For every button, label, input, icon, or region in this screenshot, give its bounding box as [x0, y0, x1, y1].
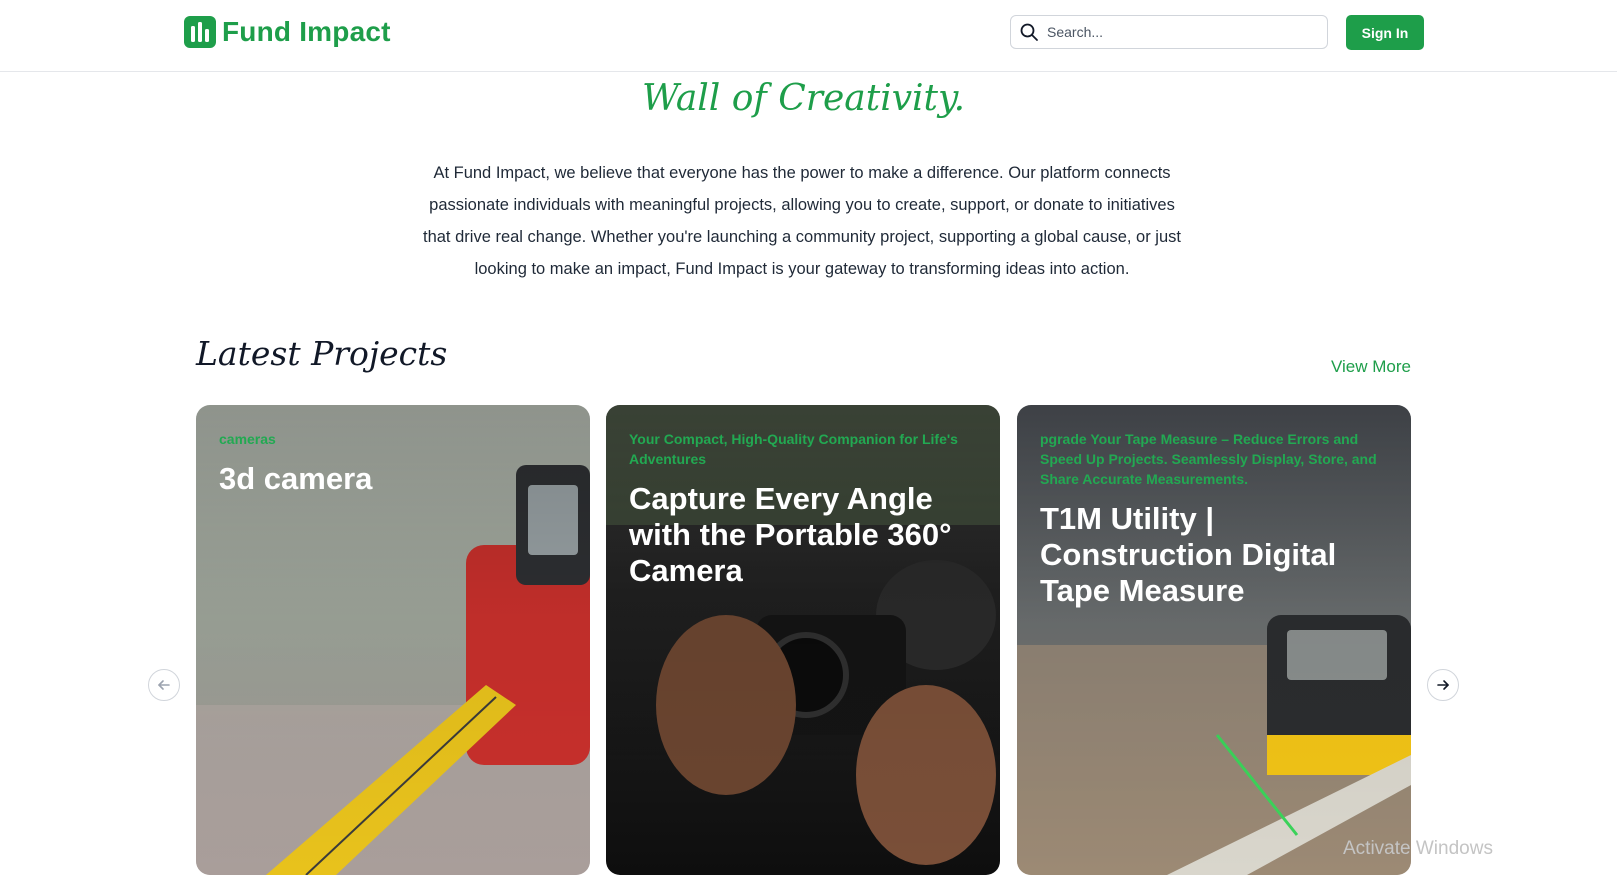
site-header: Fund Impact Sign In [0, 0, 1617, 72]
project-card[interactable]: cameras 3d camera [196, 405, 590, 875]
brand-name: Fund Impact [222, 16, 391, 47]
carousel-next-button[interactable] [1427, 669, 1459, 701]
arrow-left-icon [158, 680, 170, 690]
hero-description: At Fund Impact, we believe that everyone… [423, 164, 1181, 278]
arrow-right-icon [1437, 680, 1449, 690]
brand-logo[interactable]: Fund Impact [184, 16, 391, 48]
project-card[interactable]: Your Compact, High-Quality Companion for… [606, 405, 1000, 875]
hero-title: Wall of Creativity. [641, 78, 966, 119]
card-category: pgrade Your Tape Measure – Reduce Errors… [1040, 431, 1377, 487]
card-category: cameras [219, 431, 276, 447]
card-title: Capture Every Angle with the Portable 36… [629, 481, 952, 588]
card-category: Your Compact, High-Quality Companion for… [629, 431, 958, 467]
os-activation-watermark: Activate Windows [1343, 838, 1493, 859]
search-box[interactable] [1010, 15, 1328, 49]
carousel-prev-button[interactable] [148, 669, 180, 701]
view-more-link[interactable]: View More [1331, 357, 1411, 377]
sign-in-button[interactable]: Sign In [1346, 15, 1424, 50]
card-title: T1M Utility | Construction Digital Tape … [1040, 501, 1337, 608]
project-card[interactable]: pgrade Your Tape Measure – Reduce Errors… [1017, 405, 1411, 875]
search-icon [1020, 23, 1038, 41]
card-title: 3d camera [219, 461, 373, 496]
latest-projects-title: Latest Projects [196, 334, 448, 373]
search-input[interactable] [1045, 23, 1319, 41]
bar-chart-logo-icon [184, 16, 216, 48]
